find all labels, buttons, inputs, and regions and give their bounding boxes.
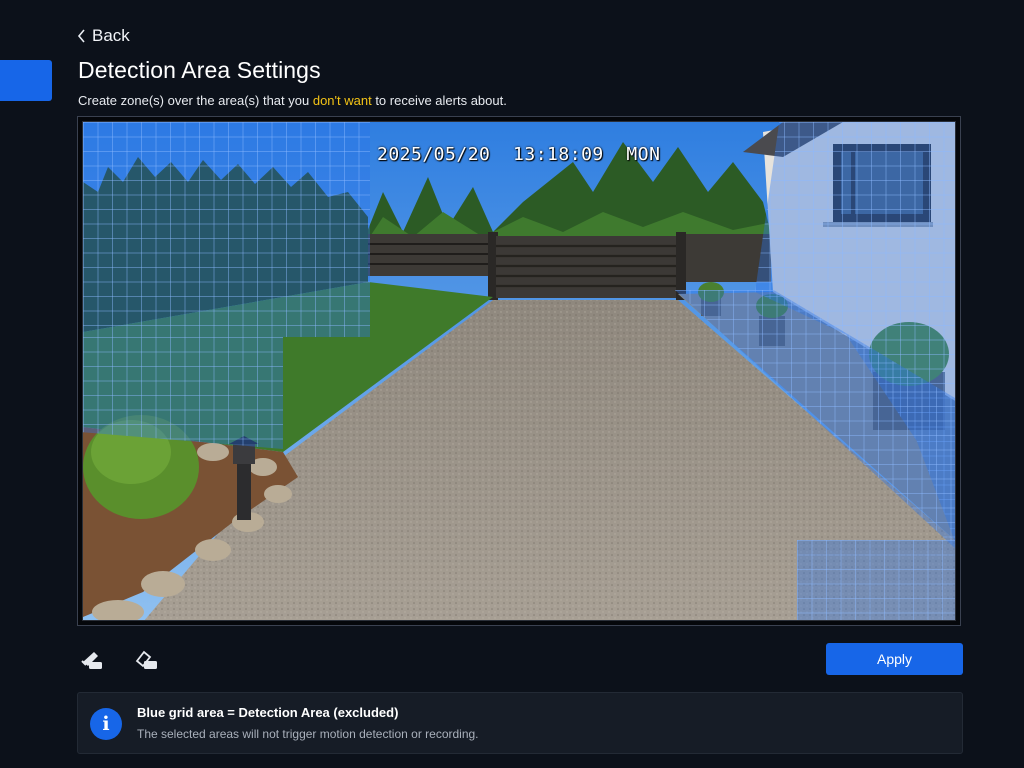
page-title: Detection Area Settings [78,57,321,83]
camera-frame[interactable]: 2025/05/20 13:18:09 MON [82,121,956,621]
info-text: The selected areas will not trigger moti… [137,727,479,741]
brush-draw-icon [81,652,102,669]
info-title: Blue grid area = Detection Area (exclude… [137,705,399,720]
subtitle-highlight: don't want [312,93,372,108]
back-label: Back [92,26,130,45]
apply-button[interactable]: Apply [826,643,963,675]
draw-zone-tool[interactable] [79,648,105,672]
camera-timestamp: 2025/05/20 13:18:09 MON [377,144,661,165]
page-subtitle: Create zone(s) over the area(s) that you… [78,93,507,108]
info-icon: i [90,708,122,740]
erase-zone-tool[interactable] [133,648,159,672]
back-button[interactable]: Back [77,26,130,46]
detection-zone-bottom-right[interactable] [797,540,955,620]
detection-zone-left[interactable] [83,122,370,337]
camera-viewer[interactable]: 2025/05/20 13:18:09 MON [77,116,961,626]
detection-zone-left-lawn[interactable] [83,337,283,449]
subtitle-text-end: to receive alerts about. [371,93,507,108]
subtitle-text-start: Create zone(s) over the area(s) that you [78,93,313,108]
sidebar-active-tab[interactable] [0,60,52,101]
eraser-icon [135,650,157,669]
chevron-left-icon [77,29,85,43]
info-banner: i Blue grid area = Detection Area (exclu… [77,692,963,754]
